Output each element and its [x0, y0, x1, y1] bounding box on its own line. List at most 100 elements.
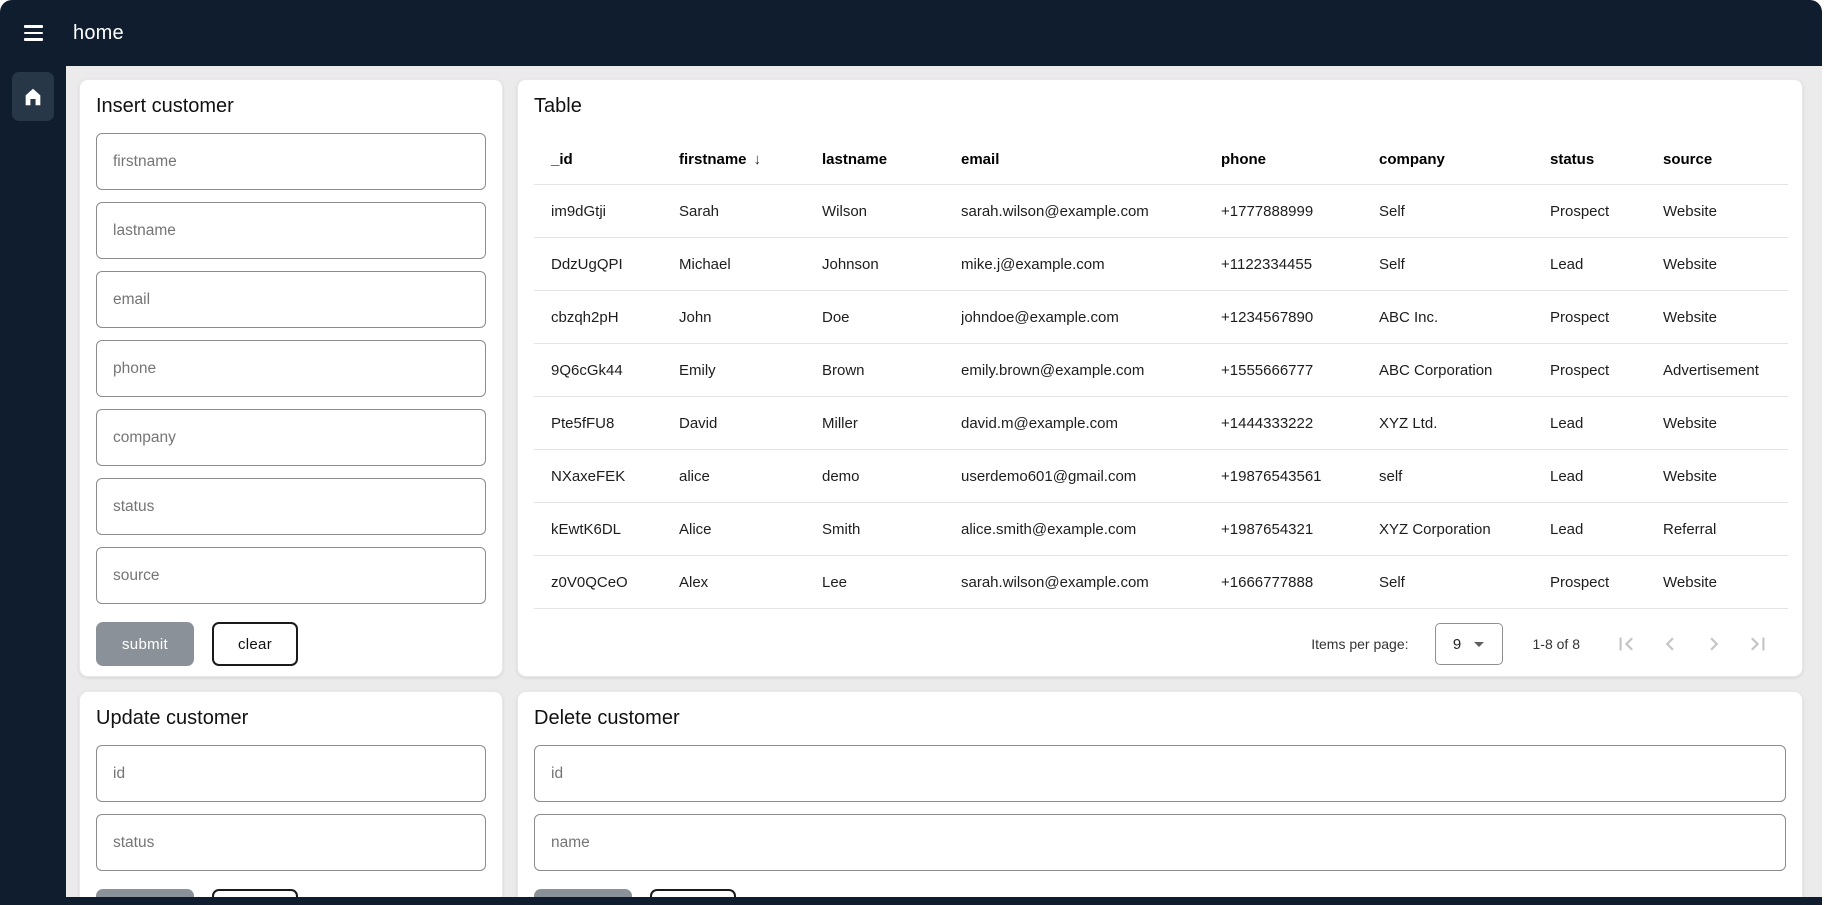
update-status-input[interactable] — [96, 814, 486, 871]
cell-company: Self — [1379, 185, 1550, 238]
cell-phone: +1987654321 — [1221, 503, 1379, 556]
content-area: Insert customer submit clear Table — [66, 66, 1822, 897]
sidebar-item-home[interactable] — [12, 72, 54, 121]
column-header-label: lastname — [822, 151, 887, 168]
cell-lastname: Lee — [822, 556, 961, 609]
page-size-value: 9 — [1453, 636, 1461, 653]
home-icon — [22, 86, 44, 108]
cell-status: Prospect — [1550, 556, 1663, 609]
column-header-email[interactable]: email — [961, 134, 1221, 185]
email-input[interactable] — [96, 271, 486, 328]
last-page-button[interactable] — [1736, 622, 1780, 666]
column-header-status[interactable]: status — [1550, 134, 1663, 185]
next-page-button[interactable] — [1692, 622, 1736, 666]
table-row: Pte5fFU8DavidMillerdavid.m@example.com+1… — [534, 397, 1788, 450]
cell-lastname: Miller — [822, 397, 961, 450]
cell-email: userdemo601@gmail.com — [961, 450, 1221, 503]
cell-phone: +1666777888 — [1221, 556, 1379, 609]
column-header-_id[interactable]: _id — [534, 134, 679, 185]
cell-status: Prospect — [1550, 185, 1663, 238]
table-row: im9dGtjiSarahWilsonsarah.wilson@example.… — [534, 185, 1788, 238]
phone-input[interactable] — [96, 340, 486, 397]
cell-firstname: alice — [679, 450, 822, 503]
sidenav — [0, 66, 66, 905]
cell-phone: +1234567890 — [1221, 291, 1379, 344]
sort-arrow-icon: ↓ — [754, 151, 762, 168]
table-card-title: Table — [534, 94, 1786, 118]
cell-_id: NXaxeFEK — [534, 450, 679, 503]
update-submit-button[interactable]: submit — [96, 889, 194, 897]
delete-card-title: Delete customer — [534, 706, 1786, 730]
previous-page-button[interactable] — [1648, 622, 1692, 666]
table-row: kEwtK6DLAliceSmithalice.smith@example.co… — [534, 503, 1788, 556]
column-header-lastname[interactable]: lastname — [822, 134, 961, 185]
cell-_id: DdzUgQPI — [534, 238, 679, 291]
insert-submit-button[interactable]: submit — [96, 622, 194, 666]
cell-phone: +19876543561 — [1221, 450, 1379, 503]
cell-lastname: Doe — [822, 291, 961, 344]
delete-clear-button[interactable]: clear — [650, 889, 736, 897]
cell-email: sarah.wilson@example.com — [961, 185, 1221, 238]
cell-lastname: Johnson — [822, 238, 961, 291]
source-input[interactable] — [96, 547, 486, 604]
cell-_id: cbzqh2pH — [534, 291, 679, 344]
status-input[interactable] — [96, 478, 486, 535]
update-id-input[interactable] — [96, 745, 486, 802]
column-header-source[interactable]: source — [1663, 134, 1788, 185]
update-customer-card: Update customer submit clear — [79, 691, 503, 897]
cell-lastname: demo — [822, 450, 961, 503]
insert-card-title: Insert customer — [96, 94, 486, 118]
cell-_id: Pte5fFU8 — [534, 397, 679, 450]
page-size-select[interactable]: 9 — [1435, 623, 1503, 665]
cell-email: alice.smith@example.com — [961, 503, 1221, 556]
column-header-firstname[interactable]: firstname↓ — [679, 134, 822, 185]
cell-firstname: Emily — [679, 344, 822, 397]
cell-_id: z0V0QCeO — [534, 556, 679, 609]
lastname-input[interactable] — [96, 202, 486, 259]
cell-status: Lead — [1550, 397, 1663, 450]
cell-firstname: John — [679, 291, 822, 344]
company-input[interactable] — [96, 409, 486, 466]
cell-company: Self — [1379, 556, 1550, 609]
cell-_id: kEwtK6DL — [534, 503, 679, 556]
cell-source: Referral — [1663, 503, 1788, 556]
column-header-phone[interactable]: phone — [1221, 134, 1379, 185]
cell-phone: +1555666777 — [1221, 344, 1379, 397]
cell-lastname: Brown — [822, 344, 961, 397]
menu-button[interactable] — [13, 13, 53, 53]
cell-company: ABC Corporation — [1379, 344, 1550, 397]
table-row: NXaxeFEKalicedemouserdemo601@gmail.com+1… — [534, 450, 1788, 503]
cell-phone: +1777888999 — [1221, 185, 1379, 238]
chevron-right-icon — [1701, 631, 1727, 657]
cell-source: Advertisement — [1663, 344, 1788, 397]
update-clear-button[interactable]: clear — [212, 889, 298, 897]
insert-clear-button[interactable]: clear — [212, 622, 298, 666]
cell-firstname: Alice — [679, 503, 822, 556]
cell-status: Lead — [1550, 238, 1663, 291]
insert-customer-card: Insert customer submit clear — [79, 79, 503, 677]
cell-email: david.m@example.com — [961, 397, 1221, 450]
paginator: Items per page: 9 1-8 of 8 — [534, 609, 1786, 679]
cell-status: Lead — [1550, 450, 1663, 503]
delete-submit-button[interactable]: submit — [534, 889, 632, 897]
select-dropdown-arrow-icon — [1474, 642, 1484, 647]
cell-phone: +1444333222 — [1221, 397, 1379, 450]
cell-source: Website — [1663, 556, 1788, 609]
cell-company: XYZ Ltd. — [1379, 397, 1550, 450]
app-window: home Insert customer submit — [0, 0, 1822, 905]
table-card: Table _idfirstname↓lastname emailphonecom… — [517, 79, 1803, 677]
delete-id-input[interactable] — [534, 745, 1786, 802]
topbar: home — [0, 0, 1822, 66]
delete-name-input[interactable] — [534, 814, 1786, 871]
items-per-page-label: Items per page: — [1311, 636, 1408, 652]
column-header-company[interactable]: company — [1379, 134, 1550, 185]
first-page-button[interactable] — [1604, 622, 1648, 666]
first-page-icon — [1613, 631, 1639, 657]
cell-status: Lead — [1550, 503, 1663, 556]
cell-phone: +1122334455 — [1221, 238, 1379, 291]
firstname-input[interactable] — [96, 133, 486, 190]
column-header-label: source — [1663, 151, 1712, 168]
table-row: DdzUgQPIMichaelJohnsonmike.j@example.com… — [534, 238, 1788, 291]
table-body: im9dGtjiSarahWilsonsarah.wilson@example.… — [534, 185, 1788, 609]
cell-_id: im9dGtji — [534, 185, 679, 238]
